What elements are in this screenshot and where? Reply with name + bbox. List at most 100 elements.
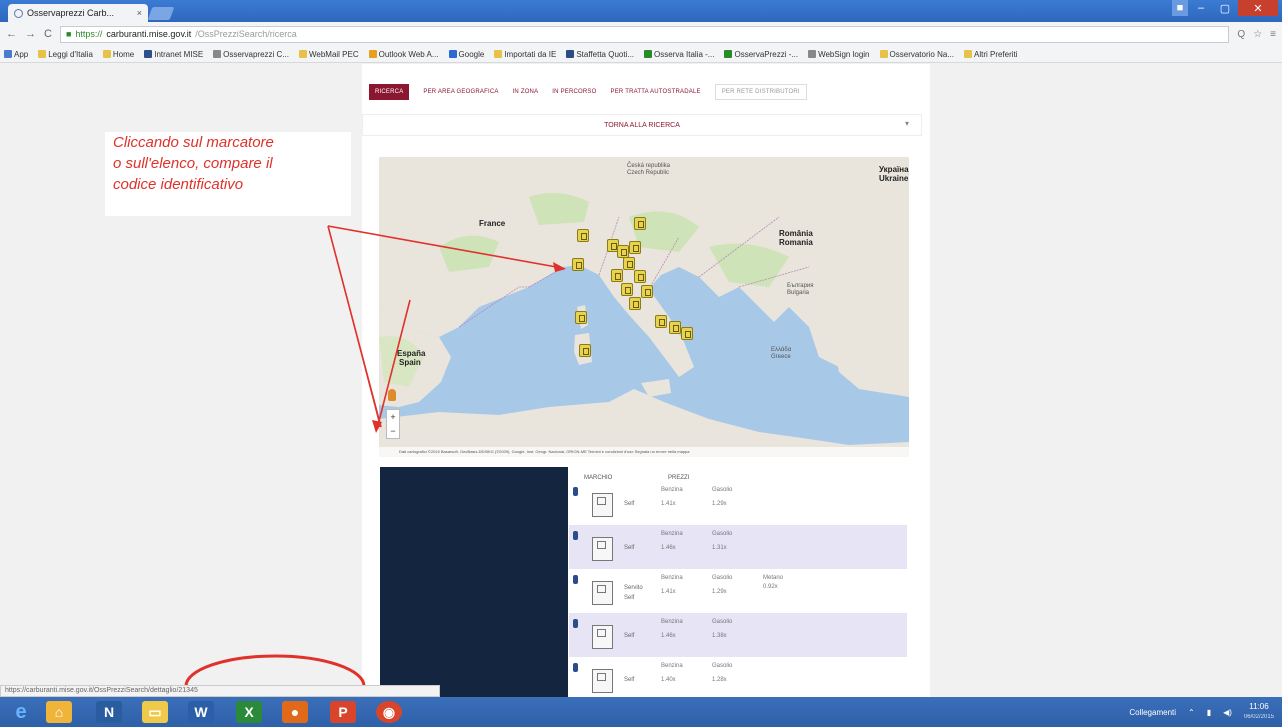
- fuel-name: Benzina: [661, 663, 683, 669]
- chrome-icon[interactable]: ◉: [376, 701, 402, 723]
- station-marker[interactable]: [611, 269, 623, 282]
- chevron-down-icon: ▾: [904, 119, 909, 128]
- bookmark-icon: [144, 50, 153, 58]
- fuel-pump-icon: [592, 625, 613, 649]
- bookmark-item[interactable]: Importati da IE: [494, 50, 556, 59]
- bookmark-item[interactable]: Google: [448, 49, 485, 59]
- bookmark-icon: [644, 50, 653, 58]
- station-row[interactable]: Self Benzina 1.41x Gasolio 1.29x: [569, 481, 907, 525]
- close-window-button[interactable]: ✕: [1238, 0, 1278, 16]
- station-marker[interactable]: [629, 297, 641, 310]
- search-tab[interactable]: In percorso: [552, 89, 596, 95]
- bookmark-icon: [566, 50, 575, 58]
- search-tab[interactable]: Per tratta autostradale: [611, 89, 701, 95]
- volume-icon[interactable]: ◀): [1223, 708, 1232, 717]
- status-url: https://carburanti.mise.gov.it/OssPrezzi…: [0, 685, 440, 697]
- menu-icon[interactable]: ≡: [1270, 29, 1276, 40]
- map-label-france: France: [479, 219, 506, 228]
- bookmark-item[interactable]: Intranet MISE: [144, 50, 203, 59]
- clock[interactable]: 11:06 06/02/2015: [1244, 702, 1274, 722]
- zoom-in-button[interactable]: +: [387, 410, 399, 424]
- station-marker[interactable]: [634, 270, 646, 283]
- tray-label[interactable]: Collegamenti: [1129, 708, 1176, 717]
- forward-arrow-icon[interactable]: →: [25, 28, 36, 40]
- search-tab[interactable]: Ricerca: [369, 84, 410, 100]
- bookmark-item[interactable]: Altri Preferiti: [963, 49, 1018, 59]
- station-marker[interactable]: [577, 229, 589, 242]
- reload-icon[interactable]: C: [44, 28, 52, 40]
- brand-logo-icon: [573, 575, 578, 584]
- station-marker[interactable]: [641, 285, 653, 298]
- url-input[interactable]: ■ https://carburanti.mise.gov.it/OssPrez…: [59, 25, 1230, 43]
- bookmark-item[interactable]: Staffetta Quoti...: [566, 50, 634, 59]
- bookmark-icon: [102, 50, 111, 58]
- address-bar: ← → C ■ https://carburanti.mise.gov.it/O…: [0, 22, 1282, 46]
- bookmark-item[interactable]: OsservaPrezzi -...: [724, 50, 798, 59]
- service-mode: Servito: [624, 585, 643, 591]
- lync-icon[interactable]: N: [96, 701, 122, 723]
- bookmark-label: Altri Preferiti: [973, 49, 1018, 59]
- station-marker[interactable]: [629, 241, 641, 254]
- close-tab-icon[interactable]: ×: [137, 8, 142, 18]
- user-icon[interactable]: ■: [1172, 0, 1188, 16]
- station-marker[interactable]: [621, 283, 633, 296]
- zoom-out-button[interactable]: −: [387, 424, 399, 438]
- word-icon[interactable]: W: [188, 701, 214, 723]
- bookmark-item[interactable]: Outlook Web A...: [368, 50, 439, 59]
- station-marker[interactable]: [655, 315, 667, 328]
- fuel-name: Gasolio: [712, 575, 733, 581]
- bookmark-icon: [808, 50, 817, 58]
- bookmark-icon: [213, 50, 222, 58]
- service-mode: Self: [624, 677, 635, 683]
- chevron-up-icon[interactable]: ⌃: [1188, 708, 1195, 717]
- folder-icon[interactable]: ▭: [142, 701, 168, 723]
- station-row[interactable]: Self Benzina 1.40x Gasolio 1.28x: [569, 657, 907, 701]
- annotation-line: o sull'elenco, compare il: [113, 155, 273, 172]
- bookmark-icon: [38, 50, 47, 58]
- back-arrow-icon[interactable]: ←: [6, 28, 17, 40]
- station-marker[interactable]: [572, 258, 584, 271]
- zoom-icon[interactable]: Q: [1237, 29, 1245, 40]
- bookmark-label: Leggi d'Italia: [48, 49, 93, 59]
- station-marker[interactable]: [579, 344, 591, 357]
- station-row[interactable]: Servito Self Benzina 1.41x Gasolio 1.29x Metan…: [569, 569, 907, 613]
- back-to-search-bar[interactable]: Torna alla ricerca ▾: [362, 114, 922, 136]
- minimize-button[interactable]: –: [1190, 0, 1212, 16]
- bookmark-item[interactable]: Home: [102, 50, 134, 59]
- bookmark-item[interactable]: Osserva Italia -...: [644, 50, 714, 59]
- bookmark-label: Google: [458, 49, 485, 59]
- powerpoint-icon[interactable]: P: [330, 701, 356, 723]
- excel-icon[interactable]: X: [236, 701, 262, 723]
- fuel-price: 1.41x: [661, 501, 676, 507]
- bookmark-item[interactable]: Osservatorio Na...: [879, 49, 954, 59]
- ie-icon[interactable]: e: [8, 701, 34, 723]
- map[interactable]: France España Spain România Romania Укра…: [379, 157, 909, 457]
- station-marker[interactable]: [669, 321, 681, 334]
- outlook-icon[interactable]: ⌂: [46, 701, 72, 723]
- bookmark-label: Osservatorio Na...: [889, 49, 954, 59]
- bookmark-item[interactable]: Osservaprezzi C...: [213, 50, 289, 59]
- station-row[interactable]: Self Benzina 1.46x Gasolio 1.31x: [569, 525, 907, 569]
- new-tab-button[interactable]: [147, 7, 175, 20]
- station-row[interactable]: Self Benzina 1.46x Gasolio 1.38x: [569, 613, 907, 657]
- firefox-icon[interactable]: ●: [282, 701, 308, 723]
- maximize-button[interactable]: ▢: [1214, 0, 1236, 16]
- service-mode: Self: [624, 633, 635, 639]
- search-tab[interactable]: Per area geografica: [423, 89, 498, 95]
- station-marker[interactable]: [634, 217, 646, 230]
- station-marker[interactable]: [681, 327, 693, 340]
- bookmark-item[interactable]: App: [4, 50, 28, 59]
- bookmark-item[interactable]: Leggi d'Italia: [38, 50, 93, 59]
- search-tab[interactable]: In zona: [513, 89, 539, 95]
- station-marker[interactable]: [575, 311, 587, 324]
- zoom-control[interactable]: + −: [386, 409, 400, 439]
- bookmark-item[interactable]: WebSign login: [808, 50, 870, 59]
- search-tab[interactable]: Per rete distributori: [714, 84, 807, 100]
- star-icon[interactable]: ☆: [1253, 29, 1262, 40]
- network-icon[interactable]: ▮: [1207, 708, 1211, 717]
- station-marker[interactable]: [623, 257, 635, 270]
- brand-logo-icon: [573, 663, 578, 672]
- browser-tab[interactable]: Osservaprezzi Carb... ×: [8, 4, 148, 22]
- street-view-pegman-icon[interactable]: [388, 389, 396, 401]
- bookmark-item[interactable]: WebMail PEC: [298, 50, 359, 59]
